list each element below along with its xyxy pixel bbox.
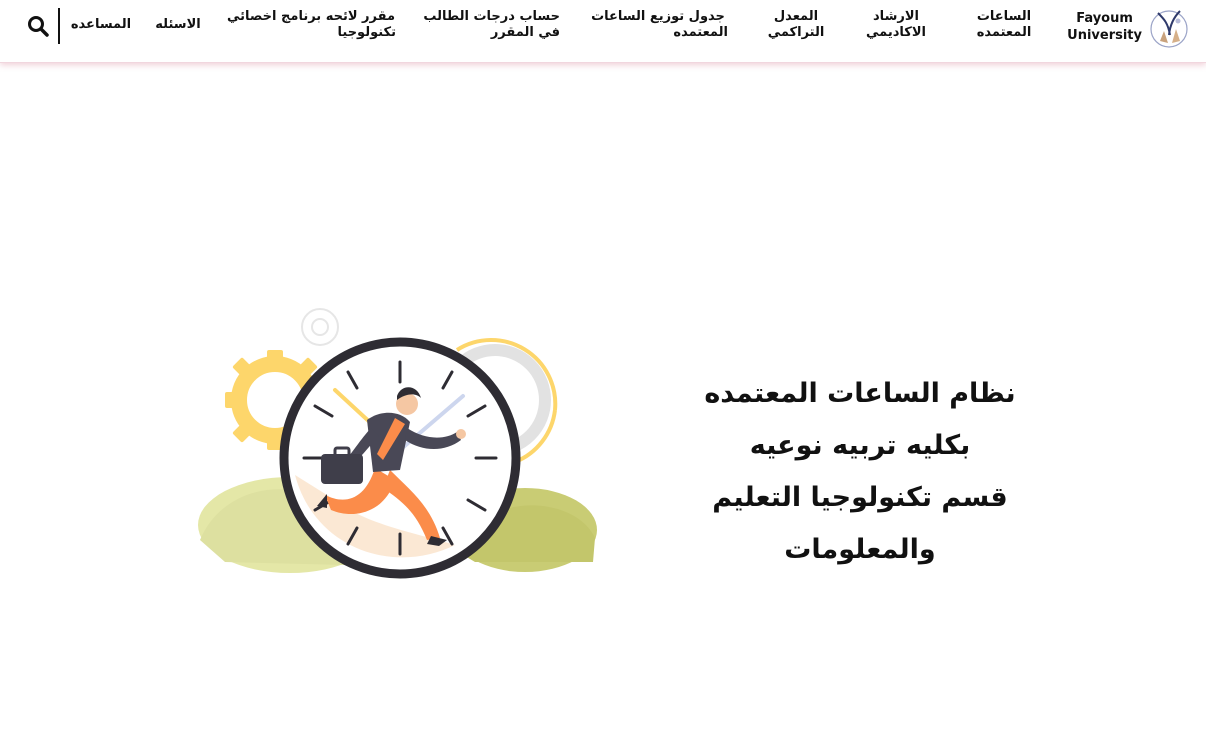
hero-title-line-1: نظام الساعات المعتمده: [704, 378, 1016, 409]
nav-academic-advising[interactable]: الارشاد الاكاديمي: [858, 9, 934, 41]
nav-credit-hours-schedule[interactable]: جدول توزيع الساعات المعتمده: [588, 9, 728, 41]
nav-credit-hours[interactable]: الساعات المعتمده: [966, 9, 1042, 41]
nav-label-line-1: الساعات: [976, 9, 1032, 24]
brand-line-2: University: [1067, 28, 1142, 43]
nav-questions[interactable]: الاسئله: [150, 17, 206, 33]
nav-label-line-2: الاكاديمي: [866, 25, 926, 40]
nav-label-line-2: المعتمده: [976, 25, 1032, 40]
nav-label-line-2: في المقرر: [490, 25, 560, 40]
hero-title-line-2: بكليه تربيه نوعيه: [749, 430, 971, 461]
nav-label: الاسئله: [155, 17, 201, 32]
nav-label-line-2: التراكمي: [767, 25, 825, 40]
nav-course-grades-calculator[interactable]: حساب درجات الطالب في المقرر: [423, 9, 560, 41]
brand-name: Fayoum University: [1067, 10, 1142, 44]
nav-cumulative-gpa[interactable]: المعدل التراكمي: [760, 9, 832, 41]
nav-label-line-2: المعتمده: [673, 25, 728, 40]
nav-label-line-2: تكنولوجيا: [337, 25, 397, 40]
nav-label-line-1: المعدل: [773, 9, 819, 24]
brand-line-1: Fayoum: [1076, 11, 1133, 26]
nav-label-line-1: حساب درجات الطالب: [423, 9, 560, 24]
nav-label-line-1: الارشاد: [873, 9, 919, 24]
nav-divider: [58, 8, 60, 44]
search-icon[interactable]: [26, 14, 50, 38]
nav-help[interactable]: المساعده: [66, 17, 136, 33]
hero-title-line-3: قسم تكنولوجيا التعليم: [712, 482, 1008, 513]
hero-title-line-4: والمعلومات: [784, 534, 936, 565]
top-navbar: Fayoum University الساعات المعتمده الارش…: [0, 0, 1206, 63]
nav-specialist-program-courses[interactable]: مقرر لائحه برنامج اخصائي تكنولوجيا: [226, 9, 396, 41]
nav-label: المساعده: [70, 17, 132, 32]
nav-label-line-1: جدول توزيع الساعات: [591, 9, 725, 24]
clock-runner-illustration-icon: [198, 308, 597, 579]
hero-title: نظام الساعات المعتمده بكليه تربيه نوعيه …: [660, 368, 1060, 576]
nav-label-line-1: مقرر لائحه برنامج اخصائي: [226, 9, 396, 24]
university-logo-icon: [1150, 10, 1188, 48]
brand[interactable]: Fayoum University: [1067, 4, 1190, 50]
